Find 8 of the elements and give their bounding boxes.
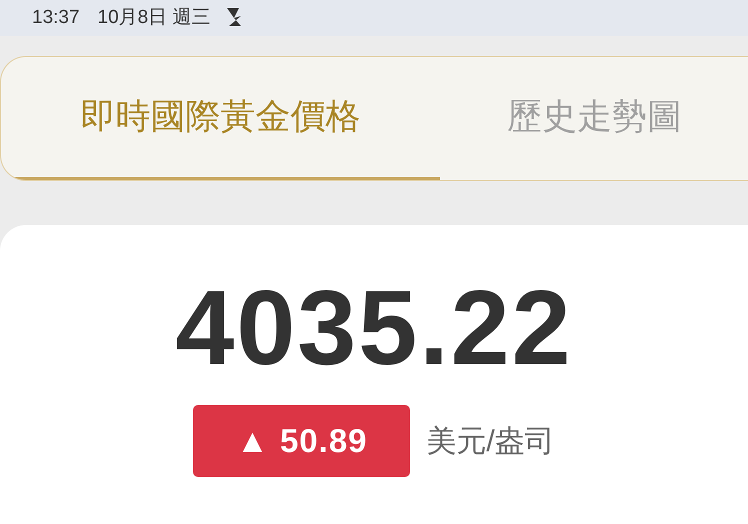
price-value: 4035.22 — [175, 275, 573, 381]
tab[interactable]: 即時國際黃金價格 — [1, 57, 440, 180]
change-badge: ▲ 50.89 — [193, 405, 410, 477]
status-time: 13:37 — [32, 6, 80, 30]
price-unit: 美元/盎司 — [426, 424, 555, 460]
app-icon — [224, 7, 243, 29]
status-date: 10月8日 週三 — [98, 6, 211, 30]
tab[interactable]: 歷史走勢圖 — [440, 57, 740, 180]
